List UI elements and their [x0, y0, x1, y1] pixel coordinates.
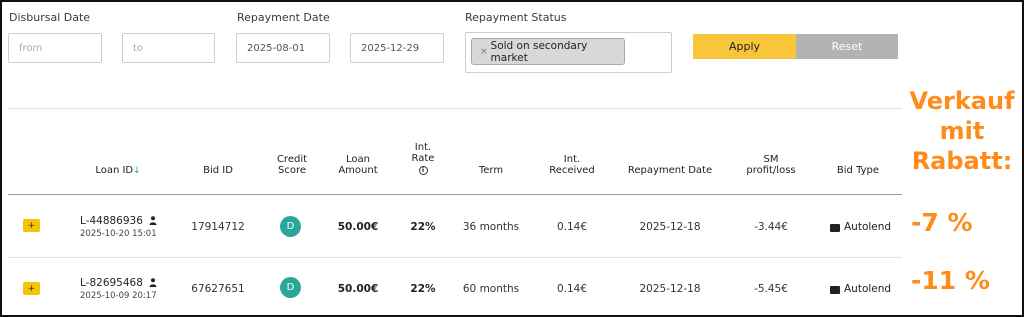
bid-type-cell: Autolend [830, 283, 891, 295]
header-credit-score-line1: Credit [276, 154, 308, 165]
disbursal-to-input[interactable]: to [122, 33, 215, 63]
header-term: Term [478, 165, 504, 176]
repayment-from-input[interactable]: 2025-08-01 [236, 33, 330, 63]
int-rate-cell: 22% [410, 283, 436, 295]
header-int-received: Int. Received [540, 154, 604, 176]
header-int-rate: Int. Rate i [398, 142, 448, 175]
header-repayment-date: Repayment Date [627, 165, 713, 176]
annotation-line1: Verkauf [909, 87, 1015, 115]
status-chip[interactable]: × Sold on secondary market [471, 38, 625, 65]
annotation-line3: Rabatt: [911, 147, 1013, 175]
expand-row-button[interactable]: + [23, 282, 40, 295]
header-loan-amount-line2: Amount [338, 165, 378, 176]
int-rate-cell: 22% [410, 221, 436, 233]
sm-profit-loss-cell: -5.45€ [754, 283, 788, 295]
expand-row-button[interactable]: + [23, 219, 40, 232]
repayment-status-label: Repayment Status [465, 11, 567, 24]
loan-date: 2025-10-09 20:17 [80, 291, 157, 301]
loan-amount-cell: 50.00€ [337, 283, 379, 295]
briefcase-icon [830, 224, 840, 232]
loan-id-cell[interactable]: L-44886936 [80, 215, 157, 227]
header-sm-profit-loss: SM profit/loss [738, 154, 804, 176]
repayment-date-label: Repayment Date [237, 11, 330, 24]
loan-id-label: L-44886936 [80, 215, 143, 227]
disbursal-from-input[interactable]: from [8, 33, 102, 63]
loan-date: 2025-10-20 15:01 [80, 229, 157, 239]
header-bid-type: Bid Type [836, 165, 880, 176]
bid-id-cell: 67627651 [191, 283, 245, 295]
chip-remove-icon[interactable]: × [480, 47, 488, 57]
header-loan-amount-line1: Loan [346, 154, 370, 165]
briefcase-icon [830, 286, 840, 294]
loan-id-label: L-82695468 [80, 277, 143, 289]
loan-id-cell[interactable]: L-82695468 [80, 277, 157, 289]
sm-profit-loss-cell: -3.44€ [754, 221, 788, 233]
header-credit-score: Credit Score [262, 154, 322, 176]
row2-discount-annotation: -11 % [911, 266, 990, 295]
row1-discount-annotation: -7 % [911, 208, 973, 237]
header-sm-line1: SM [763, 154, 779, 165]
header-int-received-line1: Int. [563, 154, 581, 165]
header-loan-amount: Loan Amount [328, 154, 388, 176]
disbursal-date-label: Disbursal Date [9, 11, 91, 24]
repayment-status-select[interactable]: × Sold on secondary market [465, 32, 672, 73]
header-loan-id-label: Loan ID [95, 165, 134, 176]
person-icon [149, 278, 157, 287]
term-cell: 60 months [462, 283, 520, 295]
credit-score-badge: D [280, 216, 301, 237]
reset-button[interactable]: Reset [796, 34, 898, 59]
apply-button[interactable]: Apply [693, 34, 796, 59]
divider [8, 108, 902, 109]
discount-annotation-headline: Verkauf mit Rabatt: [903, 86, 1021, 176]
person-icon [149, 216, 157, 225]
credit-score-badge: D [280, 277, 301, 298]
bid-type-label: Autolend [844, 221, 892, 233]
int-received-cell: 0.14€ [556, 283, 588, 295]
row-divider [8, 257, 902, 258]
loan-amount-cell: 50.00€ [337, 221, 379, 233]
header-divider [8, 194, 902, 195]
bid-id-cell: 17914712 [191, 221, 245, 233]
info-icon[interactable]: i [418, 166, 428, 175]
header-sm-line2: profit/loss [746, 165, 796, 176]
repayment-to-input[interactable]: 2025-12-29 [350, 33, 444, 63]
header-loan-id[interactable]: Loan ID↓ [80, 165, 156, 177]
repayment-date-cell: 2025-12-18 [639, 283, 701, 295]
bid-type-cell: Autolend [830, 221, 891, 233]
repayment-date-cell: 2025-12-18 [639, 221, 701, 233]
int-received-cell: 0.14€ [556, 221, 588, 233]
header-int-rate-line2: Rate [411, 153, 435, 164]
header-bid-id: Bid ID [203, 165, 233, 176]
header-int-rate-line1: Int. [414, 142, 432, 153]
term-cell: 36 months [462, 221, 520, 233]
annotation-line2: mit [939, 117, 985, 145]
sort-arrow-icon: ↓ [133, 166, 141, 176]
bid-type-label: Autolend [844, 283, 892, 295]
header-credit-score-line2: Score [277, 165, 306, 176]
header-int-received-line2: Received [549, 165, 595, 176]
status-chip-label: Sold on secondary market [490, 39, 588, 64]
